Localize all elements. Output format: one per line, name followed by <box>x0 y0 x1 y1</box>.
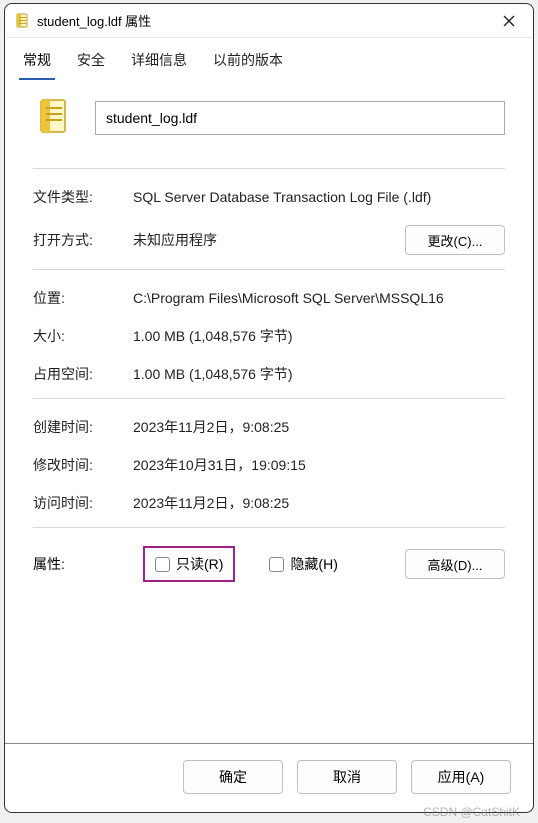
checkbox-icon <box>269 557 284 572</box>
disk-row: 占用空间: 1.00 MB (1,048,576 字节) <box>33 364 505 384</box>
divider <box>33 398 505 399</box>
attributes-label: 属性: <box>33 554 133 574</box>
location-row: 位置: C:\Program Files\Microsoft SQL Serve… <box>33 288 505 308</box>
tab-details[interactable]: 详细信息 <box>127 44 191 80</box>
created-label: 创建时间: <box>33 417 133 437</box>
titlebar: student_log.ldf 属性 <box>5 4 533 38</box>
location-value: C:\Program Files\Microsoft SQL Server\MS… <box>133 290 505 306</box>
modified-value: 2023‎年‎10‎月‎31‎日，‏‎19:09:15 <box>133 455 505 475</box>
openwith-row: 打开方式: 未知应用程序 更改(C)... <box>33 225 505 255</box>
watermark: CSDN @CatShitK <box>423 805 520 819</box>
apply-button[interactable]: 应用(A) <box>411 760 511 794</box>
tab-security[interactable]: 安全 <box>73 44 109 80</box>
readonly-label: 只读(R) <box>176 554 223 574</box>
size-row: 大小: 1.00 MB (1,048,576 字节) <box>33 326 505 346</box>
attributes-row: 属性: 只读(R) 隐藏(H) 高级(D)... <box>33 546 505 582</box>
file-type-icon <box>37 98 73 138</box>
divider <box>33 527 505 528</box>
modified-label: 修改时间: <box>33 455 133 475</box>
accessed-value: 2023‎年‎11‎月‎2‎日，‏‎9:08:25 <box>133 493 505 513</box>
accessed-row: 访问时间: 2023‎年‎11‎月‎2‎日，‏‎9:08:25 <box>33 493 505 513</box>
filetype-label: 文件类型: <box>33 187 133 207</box>
properties-dialog: student_log.ldf 属性 常规 安全 详细信息 以前的版本 <box>4 3 534 813</box>
file-header <box>33 98 505 138</box>
modified-row: 修改时间: 2023‎年‎10‎月‎31‎日，‏‎19:09:15 <box>33 455 505 475</box>
divider <box>33 168 505 169</box>
close-button[interactable] <box>495 7 523 35</box>
advanced-button[interactable]: 高级(D)... <box>405 549 505 579</box>
openwith-label: 打开方式: <box>33 230 133 250</box>
filetype-row: 文件类型: SQL Server Database Transaction Lo… <box>33 187 505 207</box>
created-value: 2023‎年‎11‎月‎2‎日，‏‎9:08:25 <box>133 417 505 437</box>
filename-input[interactable] <box>95 101 505 135</box>
tab-previous-versions[interactable]: 以前的版本 <box>209 44 287 80</box>
filetype-value: SQL Server Database Transaction Log File… <box>133 189 505 205</box>
hidden-label: 隐藏(H) <box>290 554 337 574</box>
cancel-button[interactable]: 取消 <box>297 760 397 794</box>
accessed-label: 访问时间: <box>33 493 133 513</box>
created-row: 创建时间: 2023‎年‎11‎月‎2‎日，‏‎9:08:25 <box>33 417 505 437</box>
location-label: 位置: <box>33 288 133 308</box>
size-value: 1.00 MB (1,048,576 字节) <box>133 326 505 346</box>
readonly-checkbox[interactable]: 只读(R) <box>155 554 223 574</box>
tab-general[interactable]: 常规 <box>19 44 55 80</box>
ok-button[interactable]: 确定 <box>183 760 283 794</box>
readonly-highlight: 只读(R) <box>143 546 235 582</box>
size-label: 大小: <box>33 326 133 346</box>
disk-value: 1.00 MB (1,048,576 字节) <box>133 364 505 384</box>
openwith-value: 未知应用程序 <box>133 230 405 250</box>
window-title: student_log.ldf 属性 <box>37 11 495 30</box>
divider <box>33 269 505 270</box>
tab-strip: 常规 安全 详细信息 以前的版本 <box>5 38 533 80</box>
file-icon <box>15 13 31 29</box>
change-button[interactable]: 更改(C)... <box>405 225 505 255</box>
checkbox-icon <box>155 557 170 572</box>
hidden-checkbox[interactable]: 隐藏(H) <box>269 554 337 574</box>
disk-label: 占用空间: <box>33 364 133 384</box>
tab-content: 文件类型: SQL Server Database Transaction Lo… <box>5 80 533 743</box>
dialog-footer: 确定 取消 应用(A) <box>5 743 533 812</box>
